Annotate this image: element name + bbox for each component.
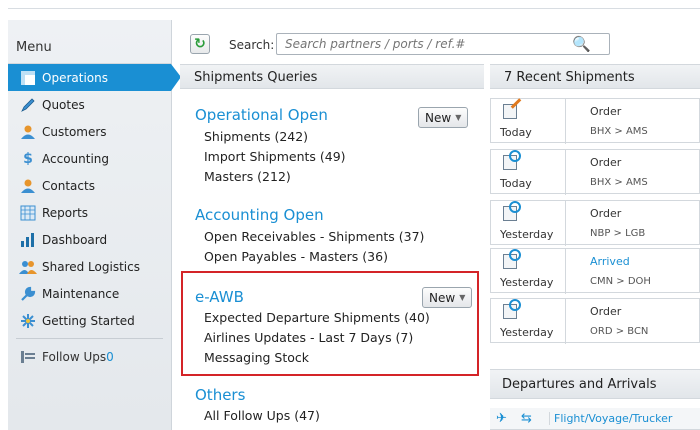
shipment-route: NBP > LGB: [590, 228, 646, 239]
sidebar-item-contacts[interactable]: Contacts: [8, 172, 171, 199]
sidebar-item-label: Maintenance: [42, 286, 120, 301]
sidebar: Menu Operations Quotes Customers $ Accou…: [8, 20, 181, 430]
sidebar-item-getting-started[interactable]: Getting Started: [8, 307, 171, 334]
swap-arrows-icon[interactable]: ⇆: [521, 411, 532, 426]
query-link-all-follow-ups[interactable]: All Follow Ups (47): [204, 406, 320, 426]
sidebar-item-shared-logistics[interactable]: Shared Logistics: [8, 253, 171, 280]
sidebar-item-customers[interactable]: Customers: [8, 118, 171, 145]
shipment-route: BHX > AMS: [590, 177, 648, 188]
sidebar-item-label: Accounting: [42, 151, 110, 166]
shipment-route: BHX > AMS: [590, 126, 648, 137]
shipment-status: Order: [590, 207, 622, 220]
section-title-operational-open: Operational Open: [195, 106, 328, 124]
sidebar-item-maintenance[interactable]: Maintenance: [8, 280, 171, 307]
quotes-icon: [18, 96, 38, 114]
getting-started-icon: [18, 312, 38, 330]
search-input[interactable]: [277, 34, 557, 54]
departures-arrivals-title: Departures and Arrivals: [490, 369, 700, 399]
accounting-icon: $: [23, 150, 33, 167]
operations-icon: [18, 69, 38, 87]
shipment-status: Order: [590, 305, 622, 318]
refresh-button[interactable]: ↻: [190, 34, 210, 54]
shipment-day: Today: [500, 126, 532, 139]
search-box: 🔍: [276, 33, 610, 55]
sidebar-item-label: Getting Started: [42, 313, 135, 328]
query-link-masters[interactable]: Masters (212): [204, 167, 346, 187]
query-link-import-shipments[interactable]: Import Shipments (49): [204, 147, 346, 167]
query-link-shipments[interactable]: Shipments (242): [204, 127, 346, 147]
shared-logistics-icon: [18, 258, 38, 276]
sidebar-item-follow-ups[interactable]: Follow Ups 0: [8, 343, 171, 370]
follow-ups-icon: [18, 348, 38, 366]
refresh-icon: ↻: [194, 36, 206, 52]
plane-icon[interactable]: ✈: [496, 411, 507, 426]
sidebar-item-label: Shared Logistics: [42, 259, 140, 274]
document-icon: [503, 249, 521, 269]
query-link-open-receivables[interactable]: Open Receivables - Shipments (37): [204, 227, 424, 247]
section-title-accounting-open: Accounting Open: [195, 206, 324, 224]
sidebar-item-label: Follow Ups: [42, 349, 107, 364]
recent-shipment-card[interactable]: Today Order BHX > AMS: [490, 98, 700, 144]
document-icon: [503, 299, 521, 319]
customers-icon: [18, 123, 38, 141]
column-header-flight[interactable]: Flight/Voyage/Trucker: [549, 412, 672, 425]
sidebar-item-operations[interactable]: Operations: [8, 64, 181, 91]
top-strip: [0, 0, 700, 14]
shipment-route: CMN > DOH: [590, 276, 651, 287]
shipment-status: Order: [590, 105, 622, 118]
maintenance-icon: [18, 285, 38, 303]
edit-document-icon: [503, 104, 517, 119]
shipment-day: Yesterday: [500, 228, 554, 241]
search-label: Search:: [229, 38, 275, 52]
contacts-icon: [18, 177, 38, 195]
panel-title: Shipments Queries: [180, 64, 484, 89]
recent-shipment-card[interactable]: Yesterday Arrived CMN > DOH: [490, 248, 700, 294]
sidebar-item-label: Contacts: [42, 178, 95, 193]
sidebar-item-label: Customers: [42, 124, 107, 139]
recent-shipments-panel: 7 Recent Shipments Today Order BHX > AMS…: [490, 64, 700, 430]
sidebar-item-accounting[interactable]: $ Accounting: [8, 145, 171, 172]
sidebar-item-label: Dashboard: [42, 232, 108, 247]
sidebar-item-label: Operations: [42, 70, 108, 85]
recent-shipment-card[interactable]: Today Order BHX > AMS: [490, 149, 700, 195]
sidebar-item-label: Reports: [42, 205, 89, 220]
document-icon: [503, 201, 521, 221]
recent-shipment-card[interactable]: Yesterday Order ORD > BCN: [490, 298, 700, 344]
recent-shipment-card[interactable]: Yesterday Order NBP > LGB: [490, 200, 700, 246]
reports-icon: [18, 204, 38, 222]
follow-ups-count: 0: [106, 349, 114, 364]
sidebar-item-quotes[interactable]: Quotes: [8, 91, 171, 118]
section-title-others: Others: [195, 386, 246, 404]
shipment-status: Arrived: [590, 255, 630, 268]
new-button-operational-open[interactable]: New ▼: [418, 107, 469, 128]
sidebar-title: Menu: [8, 20, 171, 64]
sidebar-divider: [16, 338, 163, 339]
shipment-status: Order: [590, 156, 622, 169]
shipment-day: Yesterday: [500, 276, 554, 289]
chevron-down-icon: ▼: [455, 113, 462, 122]
dashboard-icon: [18, 231, 38, 249]
sidebar-item-dashboard[interactable]: Dashboard: [8, 226, 171, 253]
shipment-day: Yesterday: [500, 326, 554, 339]
new-button-label: New: [425, 110, 452, 125]
document-icon: [503, 150, 521, 170]
shipment-day: Today: [500, 177, 532, 190]
departures-table-header: ✈ ⇆ Flight/Voyage/Trucker: [490, 408, 700, 430]
sidebar-item-reports[interactable]: Reports: [8, 199, 171, 226]
panel-title: 7 Recent Shipments: [490, 64, 700, 89]
sidebar-item-label: Quotes: [42, 97, 85, 112]
search-icon[interactable]: 🔍: [572, 35, 591, 53]
query-link-open-payables[interactable]: Open Payables - Masters (36): [204, 247, 424, 267]
e-awb-highlight-box: [181, 271, 479, 376]
shipment-route: ORD > BCN: [590, 326, 649, 337]
